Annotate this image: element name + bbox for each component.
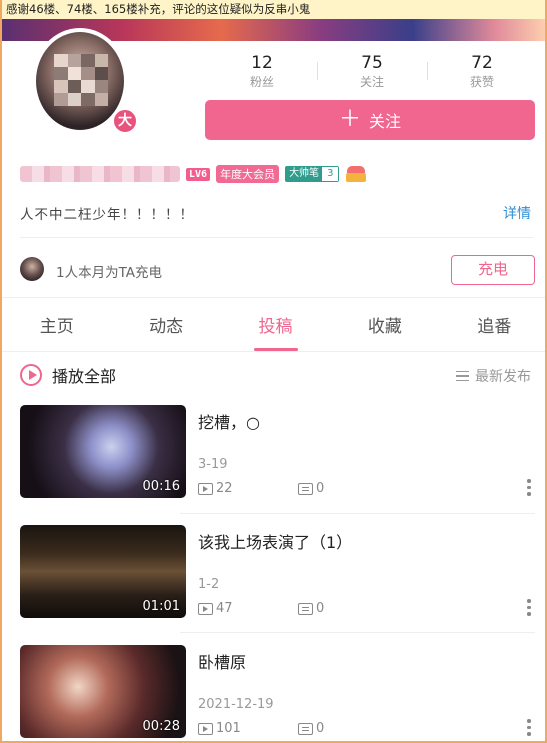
video-duration: 01:01 <box>142 599 180 614</box>
plus-icon: ＋ <box>338 107 361 132</box>
notice-bar: 感谢46楼、74楼、165楼补充，评论的这位疑似为反串小鬼 <box>2 0 545 19</box>
vip-badge[interactable]: 年度大会员 <box>216 165 280 183</box>
charge-button[interactable]: 充电 <box>451 255 535 285</box>
tab-bangumi[interactable]: 追番 <box>440 308 545 351</box>
play-count-value: 22 <box>216 481 233 496</box>
play-count-value: 47 <box>216 601 233 616</box>
play-circle-icon <box>20 364 42 386</box>
stat-likes[interactable]: 72 获赞 <box>427 52 537 92</box>
video-thumbnail[interactable]: 00:28 <box>20 645 186 738</box>
divider <box>180 632 535 633</box>
video-thumbnail[interactable]: 01:01 <box>20 525 186 618</box>
comment-count: 0 <box>298 481 324 496</box>
divider <box>180 513 535 514</box>
video-title[interactable]: 挖槽，○ <box>198 409 260 433</box>
charge-row: 1人本月为TA充电 充电 <box>20 255 535 285</box>
video-date: 2021-12-19 <box>198 697 274 712</box>
username-row: LV6 年度大会员 大帅笔 3 <box>20 162 367 186</box>
username-blurred <box>20 166 180 182</box>
comment-count-value: 0 <box>316 481 325 496</box>
play-all-button[interactable]: 播放全部 <box>20 362 116 388</box>
play-count: 101 <box>198 721 241 736</box>
play-count: 22 <box>198 481 233 496</box>
profile-tabs: 主页 动态 投稿 收藏 追番 <box>2 308 545 352</box>
video-title[interactable]: 卧槽原 <box>198 649 246 673</box>
comment-icon <box>298 722 313 735</box>
tab-home[interactable]: 主页 <box>2 308 111 351</box>
video-date: 1-2 <box>198 577 220 592</box>
medal-level: 3 <box>322 167 339 181</box>
play-count-icon <box>198 722 213 735</box>
stat-following[interactable]: 75 关注 <box>317 52 427 92</box>
play-all-label: 播放全部 <box>52 367 117 386</box>
stat-label: 粉丝 <box>249 75 274 89</box>
detail-link[interactable]: 详情 <box>503 203 531 223</box>
tab-favorites[interactable]: 收藏 <box>330 308 439 351</box>
stat-label: 获赞 <box>469 75 494 89</box>
video-duration: 00:28 <box>142 719 180 734</box>
signature: 人不中二枉少年！！！！！ <box>20 207 194 223</box>
vip-avatar-badge: 大 <box>112 108 138 134</box>
tab-uploads[interactable]: 投稿 <box>221 308 330 351</box>
video-item[interactable]: 00:28 卧槽原 2021-12-19 101 0 <box>20 645 535 741</box>
video-thumbnail[interactable]: 00:16 <box>20 405 186 498</box>
sort-button[interactable]: 最新发布 <box>456 366 531 386</box>
video-item[interactable]: 01:01 该我上场表演了（1） 1-2 47 0 <box>20 525 535 621</box>
play-count-icon <box>198 482 213 495</box>
comment-icon <box>298 602 313 615</box>
comment-count-value: 0 <box>316 721 325 736</box>
comment-count: 0 <box>298 601 324 616</box>
avatar-image <box>36 32 124 130</box>
play-count: 47 <box>198 601 233 616</box>
divider <box>2 297 545 298</box>
birthday-cake-icon[interactable] <box>345 164 367 184</box>
list-sort-icon <box>456 371 469 381</box>
stat-value: 72 <box>471 53 493 73</box>
play-count-icon <box>198 602 213 615</box>
avatar-mosaic <box>54 54 108 106</box>
tab-dynamics[interactable]: 动态 <box>111 308 220 351</box>
more-options-icon[interactable] <box>527 479 531 499</box>
comment-icon <box>298 482 313 495</box>
video-date: 3-19 <box>198 457 228 472</box>
stat-value: 75 <box>361 53 383 73</box>
medal-name: 大帅笔 <box>286 167 323 181</box>
comment-count-value: 0 <box>316 601 325 616</box>
more-options-icon[interactable] <box>527 599 531 619</box>
video-duration: 00:16 <box>142 479 180 494</box>
profile-page: 感谢46楼、74楼、165楼补充，评论的这位疑似为反串小鬼 大 12 粉丝 75… <box>0 0 547 743</box>
stat-label: 关注 <box>359 75 384 89</box>
more-options-icon[interactable] <box>527 719 531 739</box>
follow-button-label: 关注 <box>369 112 402 131</box>
stat-value: 12 <box>251 53 273 73</box>
level-badge: LV6 <box>186 167 211 181</box>
follow-button[interactable]: ＋ 关注 <box>205 100 535 140</box>
comment-count: 0 <box>298 721 324 736</box>
charger-avatar[interactable] <box>20 257 44 281</box>
profile-stats: 12 粉丝 75 关注 72 获赞 <box>207 52 537 92</box>
play-count-value: 101 <box>216 721 241 736</box>
stat-followers[interactable]: 12 粉丝 <box>207 52 317 92</box>
video-item[interactable]: 00:16 挖槽，○ 3-19 22 0 <box>20 405 535 501</box>
fan-medal[interactable]: 大帅笔 3 <box>285 166 340 182</box>
divider <box>20 237 533 238</box>
video-title[interactable]: 该我上场表演了（1） <box>198 529 352 553</box>
sort-label: 最新发布 <box>475 369 531 385</box>
charge-text: 1人本月为TA充电 <box>56 265 163 281</box>
